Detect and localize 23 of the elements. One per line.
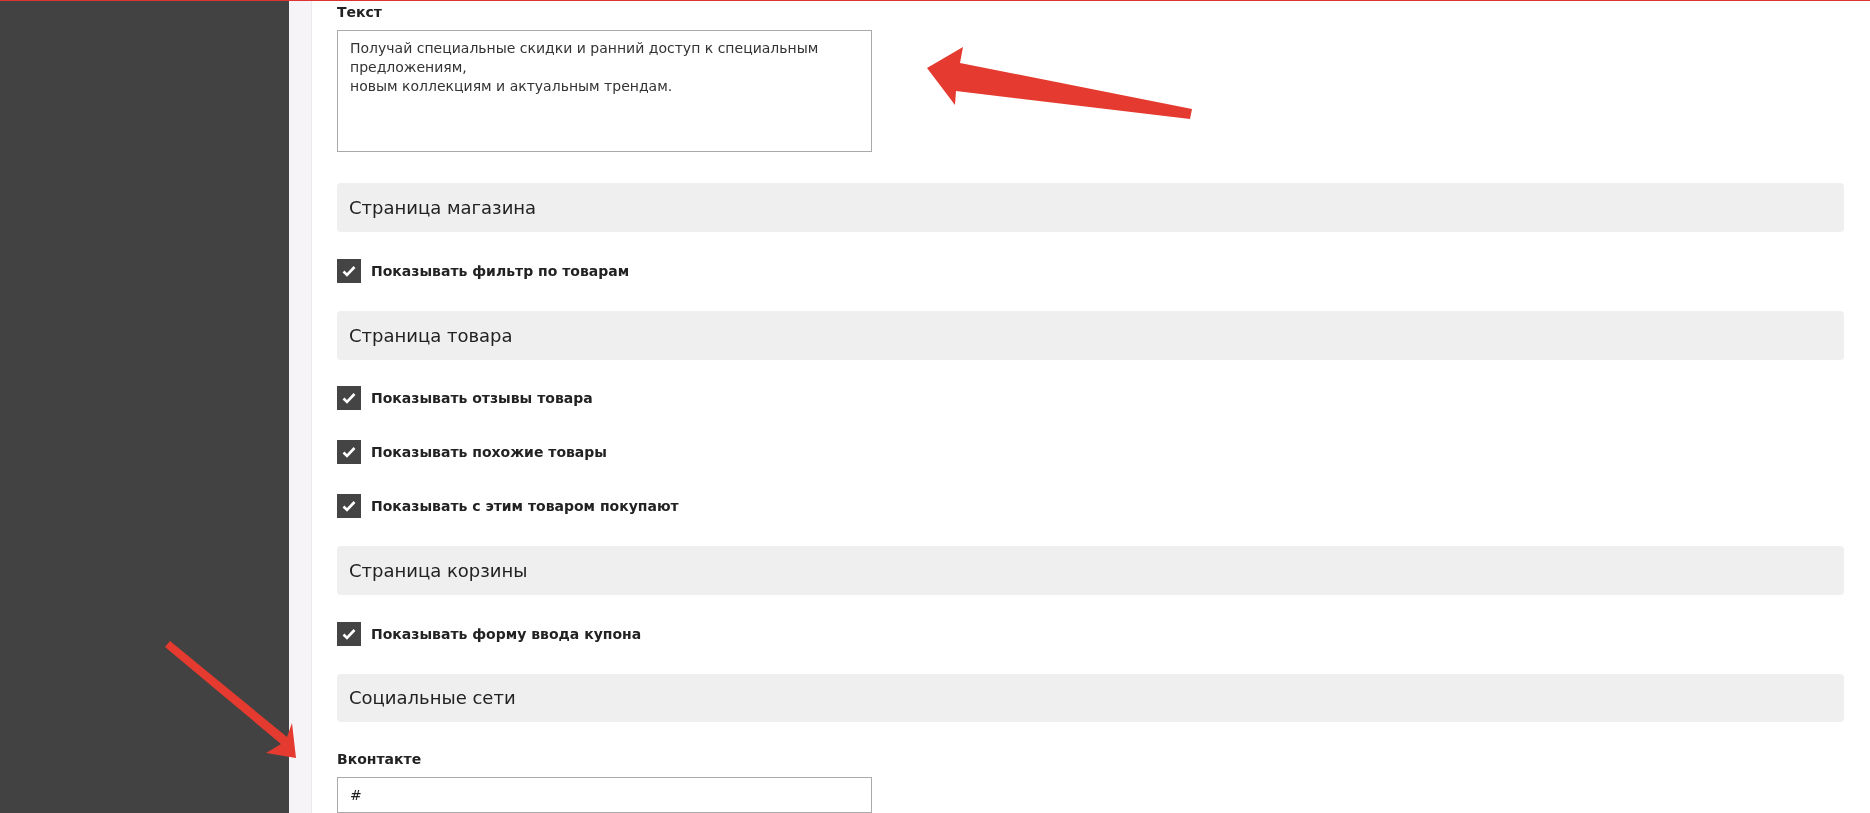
checkmark-icon (342, 392, 356, 405)
checkbox-label: Показывать с этим товаром покупают (371, 498, 679, 515)
text-area[interactable]: Получай специальные скидки и ранний доступ к специальным предложениям, новым коллекциям и актуальным трендам. (337, 30, 872, 153)
checkbox-label: Показывать фильтр по товарам (371, 262, 630, 279)
checkbox-label: Показывать отзывы товара (371, 390, 593, 407)
checkbox[interactable] (337, 621, 361, 646)
checkmark-icon (342, 500, 356, 513)
section-header: Страница товара (337, 310, 1844, 360)
checkbox[interactable] (337, 494, 361, 519)
checkbox[interactable] (337, 258, 361, 283)
checkbox-label: Показывать форму ввода купона (371, 625, 642, 642)
checkbox[interactable] (337, 386, 361, 411)
checkmark-icon (342, 627, 356, 640)
section-header: Социальные сети (337, 673, 1844, 723)
checkbox[interactable] (337, 440, 361, 465)
checkmark-icon (342, 446, 356, 459)
checkmark-icon (342, 264, 356, 277)
checkbox-label: Показывать похожие товары (371, 444, 607, 461)
field-label: Текст (337, 4, 382, 20)
section-header: Страница корзины (337, 546, 1844, 595)
field-label: Вконтакте (337, 751, 422, 768)
input-field[interactable]: # (337, 777, 872, 813)
section-header: Страница магазина (337, 183, 1844, 233)
